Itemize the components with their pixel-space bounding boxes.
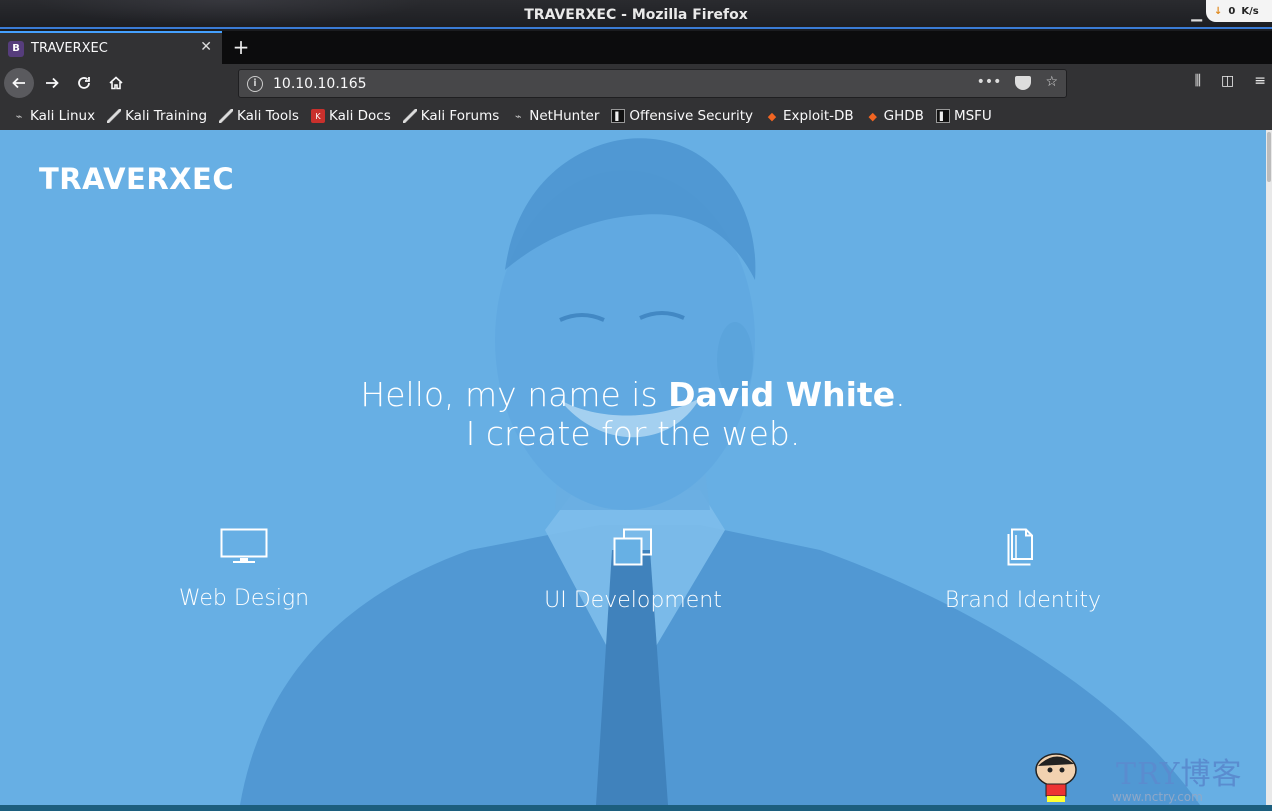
hero-name: David White (668, 375, 896, 414)
titlebar-accent (0, 27, 1272, 29)
tab-traverxec[interactable]: B TRAVERXEC ✕ (0, 31, 222, 64)
service-label: UI Development (544, 588, 722, 613)
bookmark-label: Kali Tools (237, 108, 299, 124)
offsec-icon: ▌ (935, 109, 950, 123)
bookmark-label: Kali Training (125, 108, 208, 124)
titlebar-decoration (0, 0, 420, 29)
bookmarks-toolbar: ⌁ Kali Linux Kali Training Kali Tools K Ka… (0, 102, 1272, 130)
library-icon[interactable]: ⫼ (1195, 73, 1201, 89)
navigation-toolbar: i 10.10.10.165 ••• ☆ ⫼ ◫ ≡ (0, 64, 1272, 102)
pocket-icon[interactable] (1015, 76, 1032, 90)
kali-dragon-icon (402, 109, 417, 123)
page-scrollbar[interactable] (1266, 130, 1272, 805)
bookmark-label: MSFU (953, 108, 992, 124)
kali-icon: ⌁ (15, 109, 23, 123)
scrollbar-thumb[interactable] (1267, 132, 1271, 182)
bookmark-msfu[interactable]: ▌ MSFU (935, 108, 992, 124)
close-tab-icon[interactable]: ✕ (200, 39, 212, 55)
kali-dragon-icon (219, 109, 234, 123)
exploitdb-icon: ◆ (868, 109, 877, 123)
minimize-button[interactable]: ▁ (1191, 6, 1202, 22)
reload-icon (78, 77, 90, 89)
net-speed-value: 0 (1228, 5, 1236, 17)
home-icon (109, 76, 123, 90)
bookmark-label: NetHunter (529, 108, 600, 124)
new-tab-button[interactable]: + (230, 35, 252, 59)
window-title: TRAVERXEC - Mozilla Firefox (524, 6, 748, 23)
hero-line-2: I create for the web. (465, 414, 801, 453)
url-text: 10.10.10.165 (273, 75, 367, 92)
hero-line-1: Hello, my name is David White. (0, 375, 1266, 414)
bookmark-kali-forums[interactable]: Kali Forums (402, 108, 500, 124)
exploitdb-icon: ◆ (767, 109, 777, 123)
site-info-icon[interactable]: i (247, 75, 263, 92)
window-titlebar: TRAVERXEC - Mozilla Firefox ▁ ↓ 0 K/s (0, 0, 1272, 29)
tab-label: TRAVERXEC (31, 41, 108, 56)
bookmark-kali-linux[interactable]: ⌁ Kali Linux (12, 108, 95, 124)
tab-strip: B TRAVERXEC ✕ + (0, 31, 1272, 64)
reload-button[interactable] (70, 69, 98, 97)
bookmark-label: Exploit-DB (783, 108, 854, 124)
kali-dragon-icon (107, 109, 122, 123)
bookmark-nethunter[interactable]: ⌁ NetHunter (511, 108, 599, 124)
bookmark-kali-training[interactable]: Kali Training (107, 108, 207, 124)
documents-icon (1007, 528, 1033, 566)
service-ui-development: UI Development (503, 528, 763, 613)
bookmark-label: Kali Docs (328, 108, 391, 124)
net-speed-unit: K/s (1241, 5, 1259, 17)
page-actions-icon[interactable]: ••• (977, 74, 1002, 90)
hero-period: . (895, 375, 906, 414)
bookmark-ghdb[interactable]: ◆ GHDB (866, 108, 924, 124)
service-brand-identity: Brand Identity (893, 528, 1153, 613)
kali-docs-icon: K (310, 109, 325, 123)
bookmark-label: Offensive Security (629, 108, 753, 124)
bookmark-label: Kali Forums (420, 108, 500, 124)
service-label: Web Design (178, 586, 310, 611)
home-button[interactable] (102, 69, 130, 97)
bookmark-star-icon[interactable]: ☆ (1045, 74, 1058, 90)
url-bar[interactable]: i 10.10.10.165 ••• ☆ (238, 69, 1067, 98)
web-page: TRAVERXEC Hello, my name is David White.… (0, 130, 1266, 805)
bookmark-kali-docs[interactable]: K Kali Docs (310, 108, 391, 124)
service-label: Brand Identity (944, 588, 1102, 613)
bookmark-label: GHDB (883, 108, 924, 124)
back-button[interactable] (4, 68, 34, 98)
download-arrow-icon: ↓ (1214, 5, 1223, 17)
kali-icon: ⌁ (514, 109, 522, 123)
stacked-windows-icon (613, 528, 652, 566)
hero-background-photo (0, 130, 1266, 805)
watermark-text: TRY博客 (1116, 757, 1243, 792)
back-arrow-icon (12, 77, 25, 89)
watermark-url: www.nctry.com (1112, 790, 1203, 804)
bookmark-offensive-security[interactable]: ▌ Offensive Security (611, 108, 753, 124)
bookmark-label: Kali Linux (30, 108, 96, 124)
bootstrap-favicon-icon: B (8, 40, 24, 57)
hero-greeting: Hello, my name is (360, 375, 669, 414)
bookmark-exploit-db[interactable]: ◆ Exploit-DB (765, 108, 854, 124)
forward-arrow-icon (46, 77, 59, 89)
hero-text: Hello, my name is David White. I create … (0, 375, 1266, 453)
monitor-icon (220, 528, 268, 563)
site-brand[interactable]: TRAVERXEC (39, 162, 234, 196)
offsec-icon: ▌ (611, 109, 626, 123)
service-web-design: Web Design (114, 528, 374, 611)
sidebar-icon[interactable]: ◫ (1221, 73, 1234, 89)
menu-icon[interactable]: ≡ (1254, 73, 1266, 89)
network-speed-widget: ↓ 0 K/s (1206, 0, 1272, 22)
forward-button[interactable] (38, 69, 66, 97)
bookmark-kali-tools[interactable]: Kali Tools (219, 108, 299, 124)
